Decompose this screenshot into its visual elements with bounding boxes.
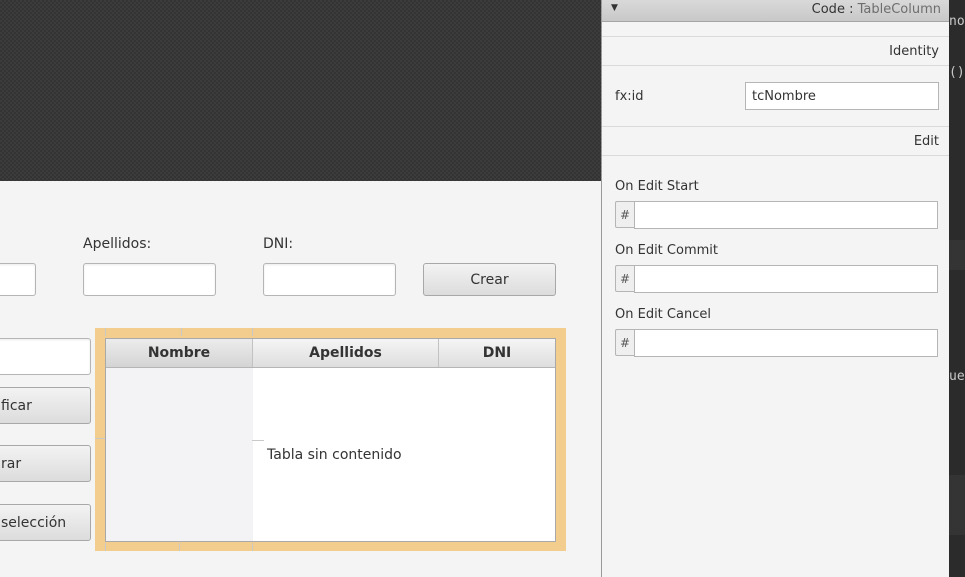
guide-mark (181, 328, 182, 336)
apellidos-label: Apellidos: (83, 236, 152, 252)
dni-field[interactable] (263, 263, 396, 296)
search-field[interactable] (0, 338, 91, 375)
guide-mark (252, 440, 264, 441)
hash-icon: # (615, 201, 634, 228)
modificar-button[interactable]: ficar (0, 387, 91, 424)
column-header-label: DNI (482, 345, 512, 361)
collapse-triangle-icon[interactable]: ▼ (611, 3, 618, 13)
table-placeholder: Tabla sin contenido (267, 447, 402, 463)
hash-icon: # (615, 265, 634, 292)
dni-label: DNI: (263, 236, 294, 252)
code-fragment: ue (949, 369, 965, 384)
divider (602, 155, 949, 156)
inspector-panel: ▼ Code : TableColumn Identity fx:id tcNo… (601, 0, 949, 577)
code-fragment: () (949, 65, 965, 80)
column-header-label: Apellidos (309, 345, 382, 361)
selected-column-body (106, 368, 253, 541)
fx-id-label: fx:id (615, 89, 644, 104)
code-fragment: no (949, 14, 965, 29)
column-header-nombre[interactable]: Nombre (106, 339, 253, 367)
guide-mark (105, 543, 106, 551)
divider (602, 36, 949, 37)
on-edit-cancel-input[interactable] (634, 329, 938, 357)
guide-mark (105, 328, 106, 336)
column-header-apellidos[interactable]: Apellidos (253, 339, 439, 367)
modificar-button-label: ficar (1, 397, 32, 414)
crear-button[interactable]: Crear (423, 263, 556, 296)
code-editor-strip: no () ue (949, 0, 965, 577)
guide-mark (179, 543, 180, 551)
line-highlight (949, 475, 965, 535)
identity-section-header[interactable]: Identity (889, 44, 939, 59)
on-edit-cancel-label: On Edit Cancel (615, 307, 711, 322)
hash-icon: # (615, 329, 634, 356)
inspector-title-bar[interactable]: ▼ Code : TableColumn (602, 0, 949, 22)
fx-id-input[interactable]: tcNombre (745, 82, 939, 110)
on-edit-commit-input[interactable] (634, 265, 938, 293)
fx-id-value: tcNombre (752, 88, 816, 104)
inspector-title: Code : TableColumn (811, 2, 941, 17)
divider (602, 126, 949, 127)
column-header-dni[interactable]: DNI (439, 339, 555, 367)
nombre-field[interactable] (0, 263, 36, 296)
guide-mark (95, 438, 105, 439)
line-highlight (949, 240, 965, 270)
divider (602, 65, 949, 66)
canvas-background (0, 0, 601, 181)
apellidos-field[interactable] (83, 263, 216, 296)
guide-mark (252, 543, 253, 551)
seleccion-button[interactable]: selección (0, 504, 91, 541)
table-header: Nombre Apellidos DNI (106, 339, 555, 368)
borrar-button-label: rar (1, 455, 22, 472)
borrar-button[interactable]: rar (0, 445, 91, 482)
on-edit-start-input[interactable] (634, 201, 938, 229)
on-edit-commit-label: On Edit Commit (615, 243, 718, 258)
table-view[interactable]: Nombre Apellidos DNI Tabla sin contenido (105, 338, 556, 542)
guide-mark (252, 328, 253, 336)
crear-button-label: Crear (470, 271, 509, 288)
column-header-label: Nombre (147, 345, 211, 361)
on-edit-start-label: On Edit Start (615, 179, 699, 194)
seleccion-button-label: selección (1, 514, 67, 531)
edit-section-header[interactable]: Edit (914, 134, 939, 149)
